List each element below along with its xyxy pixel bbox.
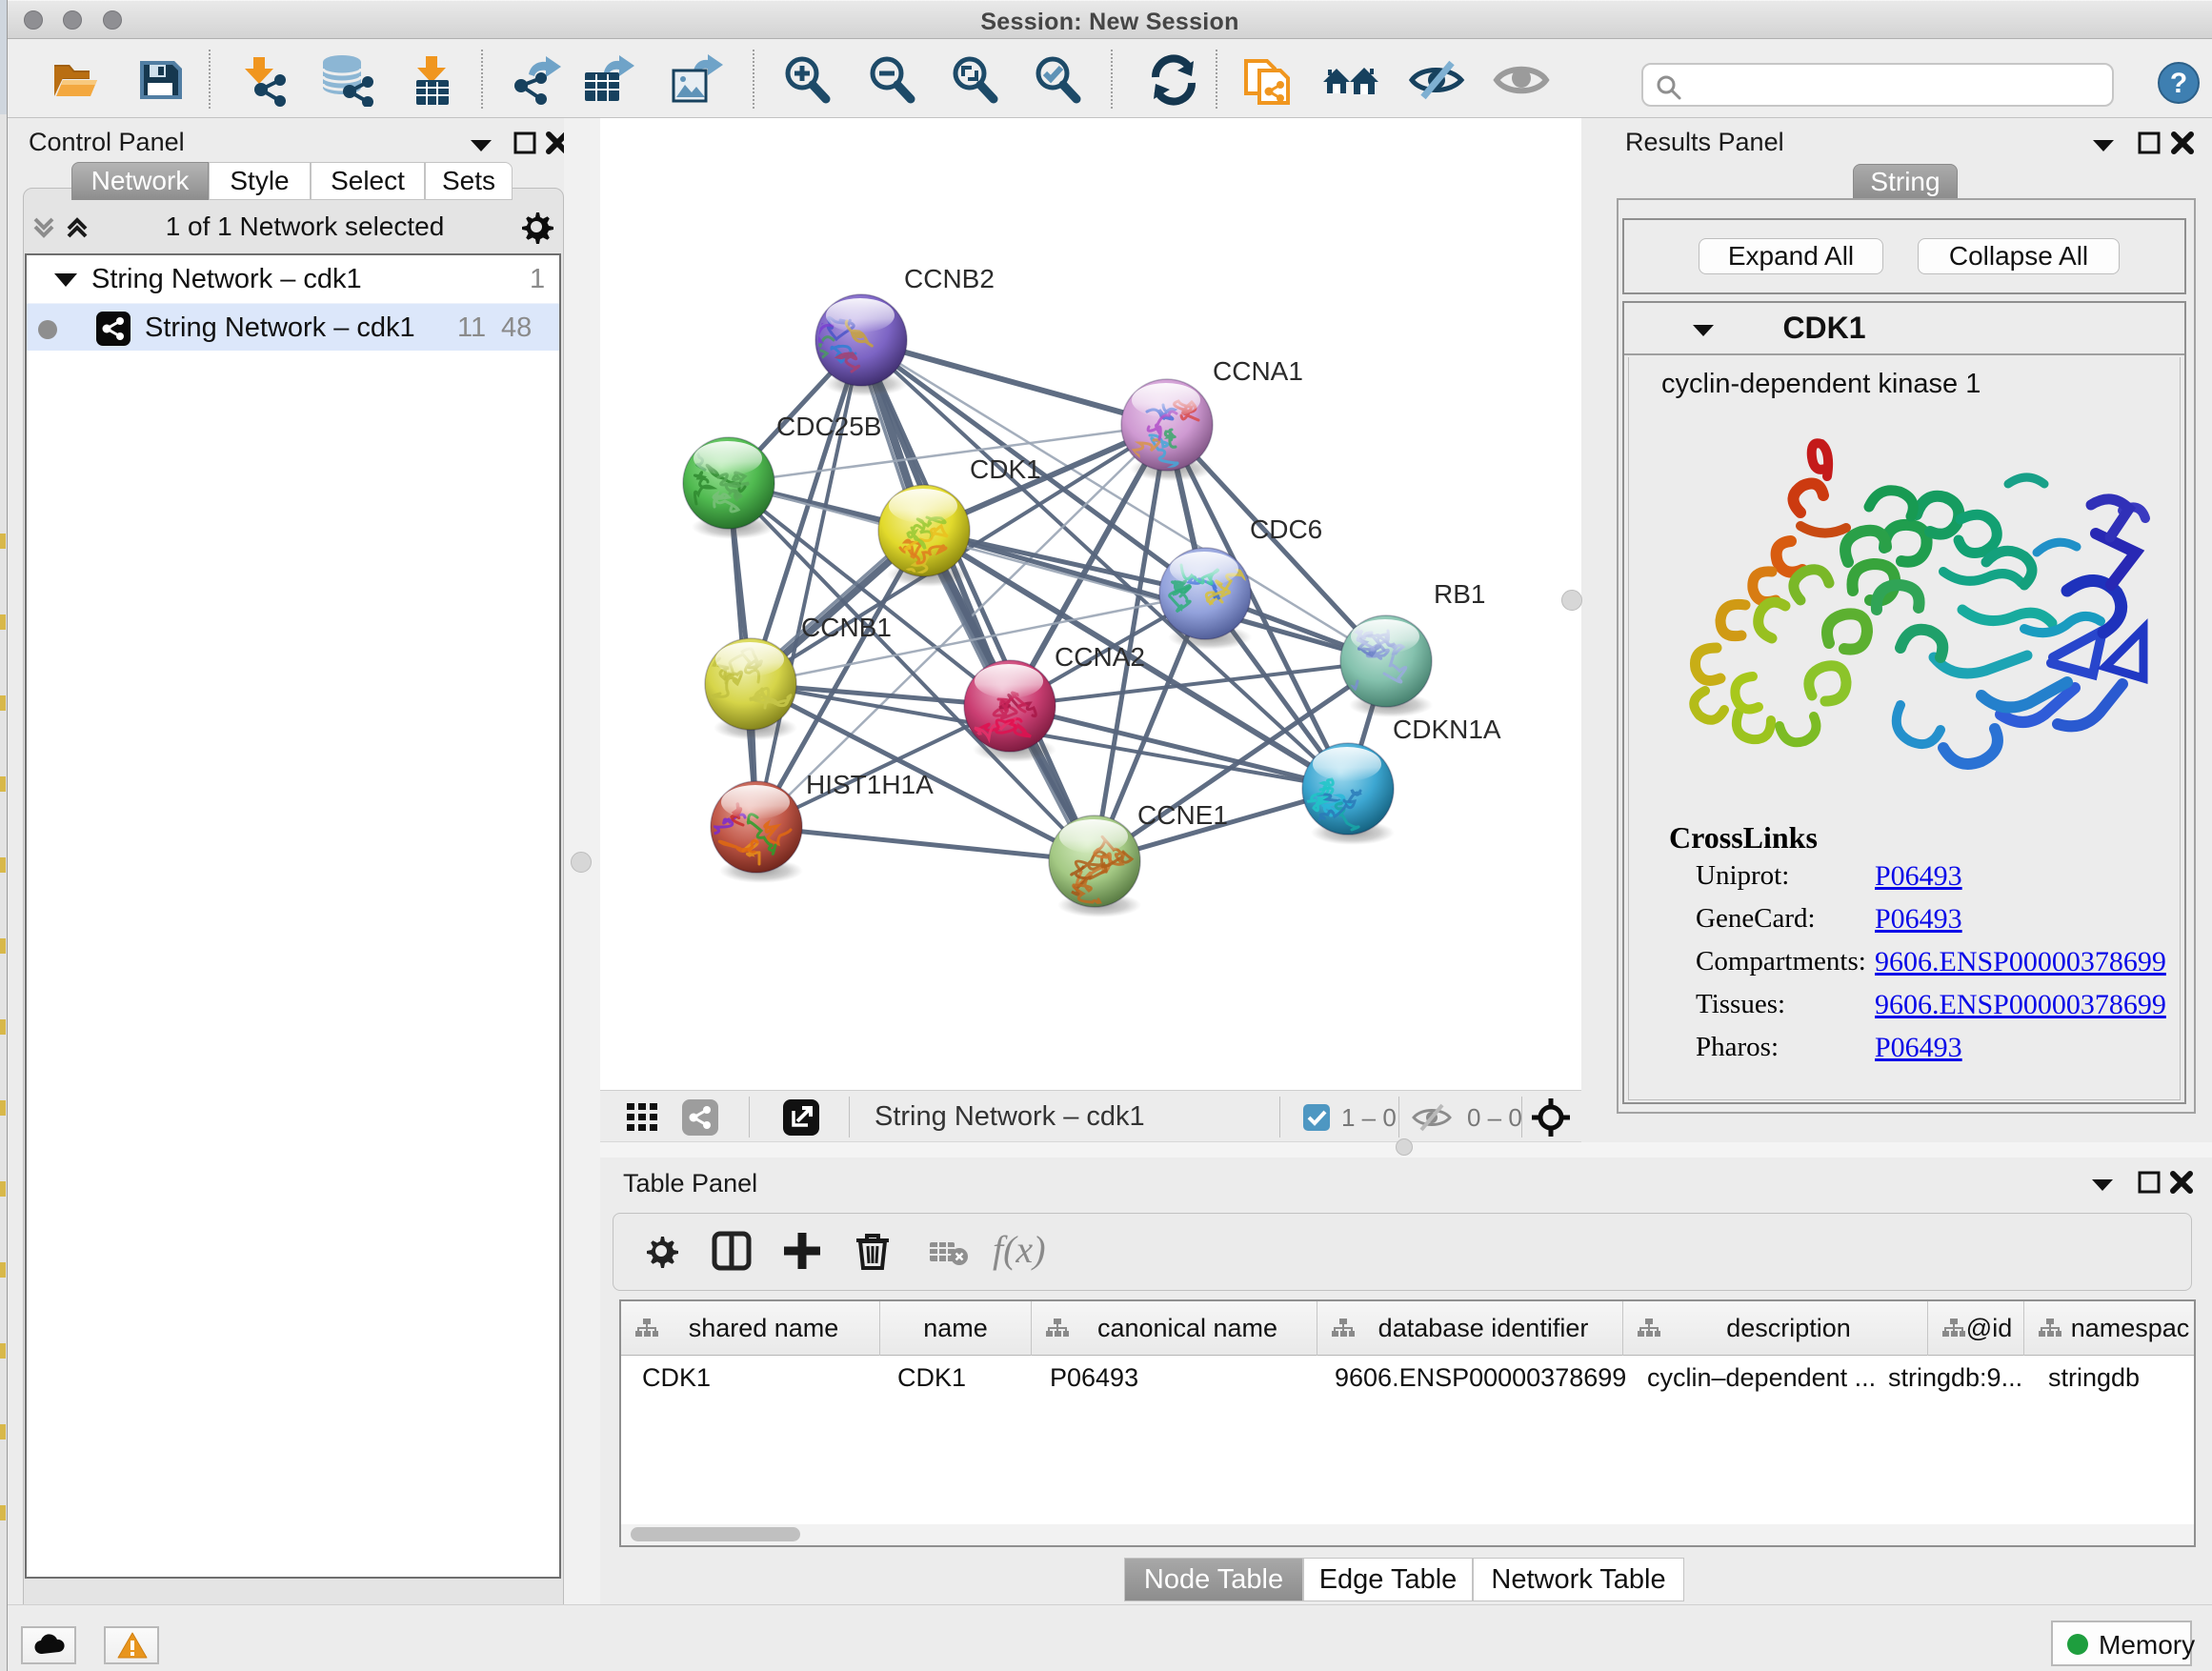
svg-text:CDK1: CDK1 — [970, 454, 1041, 484]
svg-text:CDKN1A: CDKN1A — [1393, 715, 1501, 744]
svg-text:CCNB2: CCNB2 — [904, 264, 995, 293]
svg-text:HIST1H1A: HIST1H1A — [806, 770, 934, 799]
svg-text:CCNA2: CCNA2 — [1055, 642, 1145, 672]
svg-text:CCNA1: CCNA1 — [1213, 356, 1303, 386]
svg-text:CCNE1: CCNE1 — [1137, 800, 1228, 830]
svg-text:CDC6: CDC6 — [1250, 514, 1322, 544]
svg-text:?: ? — [2170, 68, 2187, 99]
svg-text:CCNB1: CCNB1 — [801, 613, 892, 642]
svg-text:CDC25B: CDC25B — [776, 412, 881, 441]
svg-text:RB1: RB1 — [1434, 579, 1485, 609]
